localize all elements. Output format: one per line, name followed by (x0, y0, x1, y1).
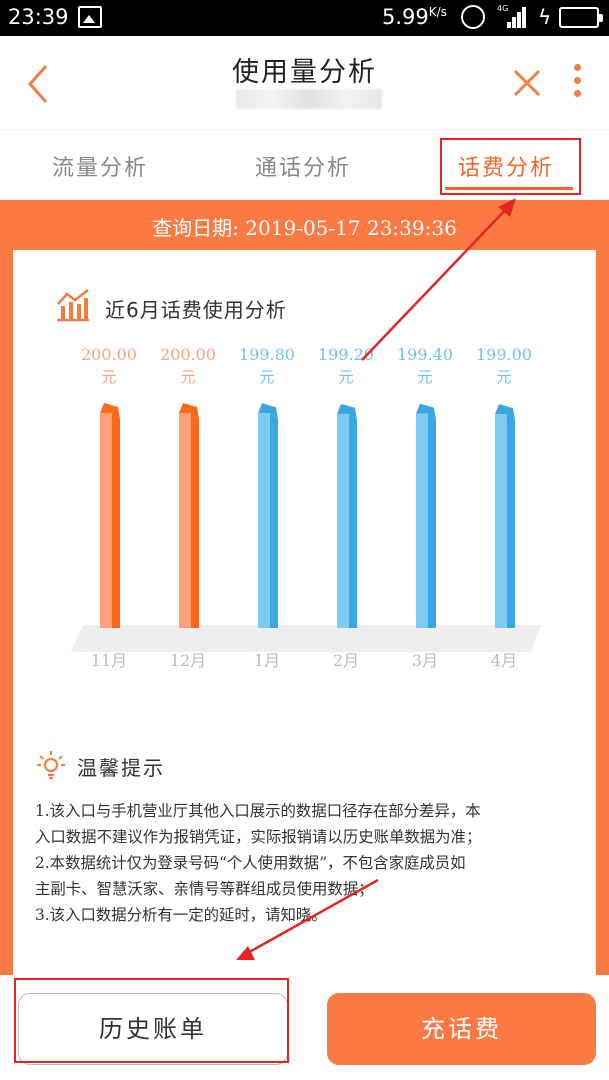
tips-line: 入口数据不建议作为报销凭证，实际报销请以历史账单数据为准； (35, 828, 482, 846)
tips-line: 3.该入口数据分析有一定的延时，请知晓。 (35, 906, 327, 924)
bar-side (191, 413, 199, 628)
charging-icon: ϟ (538, 5, 552, 29)
bar-unit-label: 元 (496, 368, 511, 386)
tips-line: 2.本数据统计仅为登录号码“个人使用数据”，不包含家庭成员如 (35, 854, 466, 872)
bar (179, 413, 191, 628)
bar-side (428, 413, 436, 628)
more-menu-button[interactable] (568, 64, 586, 104)
battery-icon (559, 7, 603, 28)
bar (100, 413, 112, 628)
bar-side (112, 413, 120, 628)
tab-data-analysis[interactable]: 流量分析 (52, 150, 148, 182)
bar-unit-label: 元 (101, 368, 116, 386)
close-icon (513, 69, 541, 97)
bar-value-label: 199.20 (318, 345, 374, 364)
bar-side (270, 413, 278, 628)
bar (337, 413, 349, 628)
tab-call-analysis[interactable]: 通话分析 (255, 150, 351, 182)
chart-floor (71, 625, 541, 652)
network-speed: 5.99K/s (382, 5, 447, 29)
bar-value-label: 199.40 (397, 345, 453, 364)
tips-line: 主副卡、智慧沃家、亲情号等群组成员使用数据； (35, 880, 374, 898)
network-type: 4G (497, 4, 509, 13)
alarm-icon (461, 5, 485, 29)
more-dots-icon (573, 64, 581, 71)
x-tick-label: 12月 (170, 651, 206, 670)
bar (258, 413, 270, 628)
bar-unit-label: 元 (417, 368, 432, 386)
bar-unit-label: 元 (338, 368, 353, 386)
recharge-button[interactable]: 充话费 (327, 993, 596, 1065)
tips-text: 1.该入口与手机营业厅其他入口展示的数据口径存在部分差异，本 入口数据不建议作为… (35, 798, 575, 928)
x-tick-label: 4月 (491, 651, 517, 670)
x-tick-label: 2月 (333, 651, 359, 670)
bar-side (349, 413, 357, 628)
query-date: 查询日期: 2019-05-17 23:39:36 (0, 212, 609, 241)
query-date-label: 查询日期: (152, 216, 239, 240)
status-bar: 23:39 5.99K/s 4G ϟ (0, 0, 609, 36)
tips-title: 温馨提示 (77, 756, 165, 780)
signal-icon: 4G (497, 4, 527, 30)
lightbulb-icon (37, 751, 65, 780)
highlight-box-tab (440, 138, 581, 195)
image-notification-icon (78, 6, 102, 28)
bar-value-label: 200.00 (81, 345, 137, 364)
bar-value-label: 200.00 (160, 345, 216, 364)
bar-chart-icon (57, 289, 89, 322)
highlight-box-history (14, 978, 289, 1063)
bar-unit-label: 元 (259, 368, 274, 386)
bar-unit-label: 元 (180, 368, 195, 386)
fee-bar-chart: 200.00 元 11月 200.00 元 12月 199.80 元 1月 199.20 元 2月 19… (71, 345, 541, 670)
x-tick-label: 11月 (91, 651, 127, 670)
network-speed-unit: K/s (428, 5, 447, 19)
x-tick-label: 3月 (412, 651, 438, 670)
bar (416, 413, 428, 628)
tips-line: 1.该入口与手机营业厅其他入口展示的数据口径存在部分差异，本 (35, 802, 481, 820)
close-button[interactable] (508, 64, 546, 102)
bar-value-label: 199.00 (476, 345, 532, 364)
masked-phone-number (236, 89, 382, 109)
bar-value-label: 199.80 (239, 345, 295, 364)
bar-side (507, 414, 515, 628)
bar (495, 414, 507, 628)
status-time: 23:39 (8, 5, 69, 29)
app-header: 使用量分析 (0, 36, 609, 130)
chart-title: 近6月话费使用分析 (105, 298, 287, 322)
x-tick-label: 1月 (254, 651, 280, 670)
network-speed-value: 5.99 (382, 5, 429, 29)
query-date-value: 2019-05-17 23:39:36 (245, 216, 457, 240)
